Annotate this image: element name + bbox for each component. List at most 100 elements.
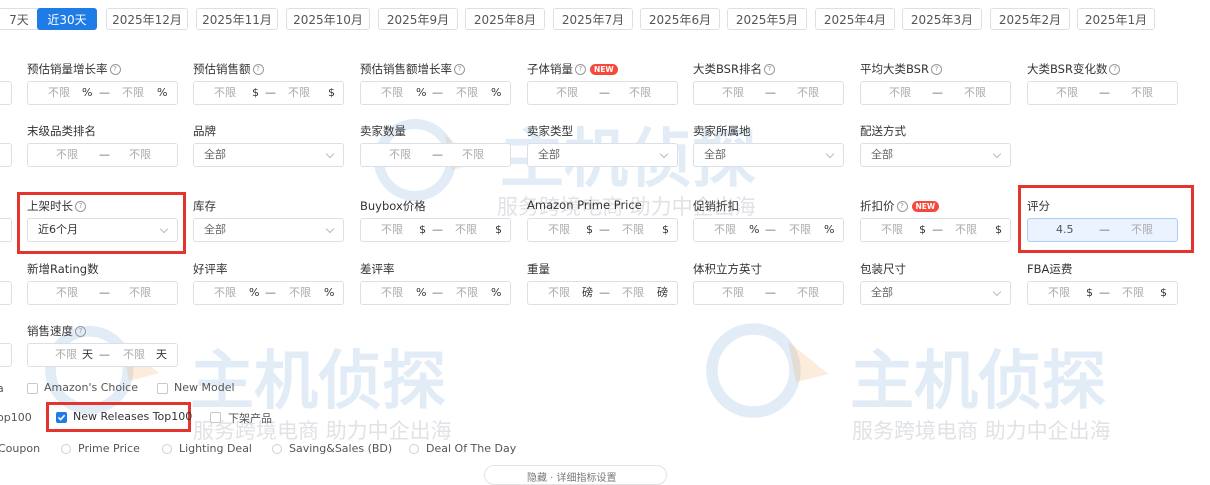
cut-off-label: a: [0, 382, 4, 395]
delisted-label[interactable]: 下架产品: [228, 410, 272, 426]
tab-last-30-days[interactable]: 近30天: [37, 8, 97, 30]
seller-type-select[interactable]: 全部: [527, 143, 678, 167]
delisted-checkbox[interactable]: [210, 412, 221, 423]
inventory-select[interactable]: 全部: [193, 218, 344, 242]
amazons-choice-label[interactable]: Amazon's Choice: [44, 381, 138, 394]
tab-2025-7[interactable]: 2025年7月: [553, 8, 633, 30]
new-rating-count-label: 新增Rating数: [27, 262, 99, 276]
leaf-category-rank-range[interactable]: 不限 — 不限: [27, 143, 178, 167]
child-sales-range[interactable]: 不限 — 不限: [527, 81, 678, 105]
tab-2025-8[interactable]: 2025年8月: [465, 8, 545, 30]
help-icon[interactable]: ?: [109, 63, 121, 75]
prime-price-radio[interactable]: [61, 444, 71, 454]
positive-rate-range[interactable]: 不限 % — 不限 %: [193, 281, 344, 305]
help-icon[interactable]: ?: [75, 200, 86, 212]
cut-off-input[interactable]: [0, 218, 12, 242]
new-releases-top100-checkbox[interactable]: [56, 412, 67, 423]
tab-2025-2[interactable]: 2025年2月: [990, 8, 1070, 30]
cut-off-input[interactable]: [0, 81, 12, 105]
inventory-label: 库存: [193, 199, 216, 213]
seller-location-select[interactable]: 全部: [693, 143, 844, 167]
saving-sales-radio[interactable]: [272, 444, 282, 454]
help-icon[interactable]: ?: [1109, 63, 1121, 75]
revenue-growth-rate-range[interactable]: 不限 % — 不限 %: [360, 81, 511, 105]
listing-age-label: 上架时长?: [27, 198, 86, 214]
negative-rate-range[interactable]: 不限 % — 不限 %: [360, 281, 511, 305]
help-icon[interactable]: ?: [575, 63, 586, 75]
main-bsr-rank-range[interactable]: 不限 — 不限: [693, 81, 844, 105]
chevron-down-icon: [992, 149, 1002, 159]
negative-rate-label: 差评率: [360, 262, 395, 276]
positive-rate-label: 好评率: [193, 262, 228, 276]
new-model-checkbox[interactable]: [157, 383, 168, 394]
watermark-logo-icon: [690, 318, 840, 427]
help-icon[interactable]: ?: [252, 63, 264, 75]
prime-price-range[interactable]: 不限 $ — 不限 $: [527, 218, 678, 242]
saving-sales-radio-label[interactable]: Saving&Sales (BD): [289, 442, 392, 455]
package-size-select[interactable]: 全部: [860, 281, 1011, 305]
tab-2025-1[interactable]: 2025年1月: [1077, 8, 1155, 30]
tab-2025-11[interactable]: 2025年11月: [196, 8, 278, 30]
cut-off-input[interactable]: [0, 343, 12, 367]
tab-2025-10[interactable]: 2025年10月: [286, 8, 370, 30]
chevron-down-icon: [325, 224, 335, 234]
new-badge: NEW: [590, 63, 618, 75]
new-rating-count-range[interactable]: 不限 — 不限: [27, 281, 178, 305]
discount-price-range[interactable]: 不限 $ — 不限 $: [860, 218, 1011, 242]
new-model-label[interactable]: New Model: [174, 381, 235, 394]
main-bsr-change-range[interactable]: 不限 — 不限: [1027, 81, 1178, 105]
lighting-deal-radio-label[interactable]: Lighting Deal: [179, 442, 252, 455]
coupon-label[interactable]: Coupon: [0, 442, 40, 455]
amazons-choice-checkbox[interactable]: [27, 383, 38, 394]
promo-discount-label: 促销折扣: [693, 199, 739, 213]
tab-2025-3[interactable]: 2025年3月: [902, 8, 982, 30]
weight-range[interactable]: 不限 磅 — 不限 磅: [527, 281, 678, 305]
help-icon[interactable]: ?: [763, 63, 775, 75]
help-icon[interactable]: ?: [75, 325, 86, 337]
tab-2025-9[interactable]: 2025年9月: [378, 8, 458, 30]
deal-of-the-day-radio[interactable]: [409, 444, 419, 454]
chevron-down-icon: [992, 287, 1002, 297]
tab-7days[interactable]: 7天: [0, 8, 42, 30]
tab-2025-6[interactable]: 2025年6月: [640, 8, 720, 30]
help-icon[interactable]: ?: [930, 63, 942, 75]
fba-fee-label: FBA运费: [1027, 262, 1073, 276]
fulfillment-label: 配送方式: [860, 124, 906, 138]
new-releases-top100-label[interactable]: New Releases Top100: [73, 410, 192, 423]
fba-fee-range[interactable]: 不限 $ — 不限 $: [1027, 281, 1178, 305]
rating-range[interactable]: 4.5 — 不限: [1027, 218, 1178, 242]
seller-count-range[interactable]: 不限 — 不限: [360, 143, 511, 167]
seller-count-label: 卖家数量: [360, 124, 406, 138]
revenue-growth-rate-label: 预估销售额增长率?: [360, 61, 465, 77]
help-icon[interactable]: ?: [896, 200, 908, 212]
promo-discount-range[interactable]: 不限 % — 不限 %: [693, 218, 844, 242]
deal-of-the-day-radio-label[interactable]: Deal Of The Day: [426, 442, 516, 455]
sales-velocity-range[interactable]: 不限 天 — 不限 天: [27, 343, 178, 367]
listing-age-select[interactable]: 近6个月: [27, 218, 178, 242]
help-icon[interactable]: ?: [454, 63, 465, 75]
seller-type-label: 卖家类型: [527, 124, 573, 138]
brand-select[interactable]: 全部: [193, 143, 344, 167]
buybox-price-range[interactable]: 不限 $ — 不限 $: [360, 218, 511, 242]
est-revenue-label: 预估销售额?: [193, 61, 264, 77]
rating-min-value[interactable]: 4.5: [1056, 219, 1074, 241]
tab-2025-4[interactable]: 2025年4月: [815, 8, 895, 30]
cut-off-input[interactable]: [0, 143, 12, 167]
volume-range[interactable]: 不限 — 不限: [693, 281, 844, 305]
fulfillment-select[interactable]: 全部: [860, 143, 1011, 167]
chevron-down-icon: [325, 149, 335, 159]
watermark-brand: 主机侦探: [190, 345, 446, 419]
cut-off-label: op100: [0, 411, 32, 424]
volume-label: 体积立方英寸: [693, 262, 762, 276]
hide-settings-toggle[interactable]: 隐藏 · 详细指标设置: [484, 465, 667, 485]
sales-growth-rate-range[interactable]: 不限 % — 不限 %: [27, 81, 178, 105]
est-revenue-range[interactable]: 不限 $ — 不限 $: [193, 81, 344, 105]
avg-main-bsr-range[interactable]: 不限 — 不限: [860, 81, 1011, 105]
tab-2025-5[interactable]: 2025年5月: [727, 8, 807, 30]
discount-price-label: 折扣价? NEW: [860, 198, 940, 214]
buybox-price-label: Buybox价格: [360, 199, 426, 213]
lighting-deal-radio[interactable]: [162, 444, 172, 454]
prime-price-radio-label[interactable]: Prime Price: [78, 442, 140, 455]
tab-2025-12[interactable]: 2025年12月: [106, 8, 188, 30]
cut-off-input[interactable]: [0, 281, 12, 305]
